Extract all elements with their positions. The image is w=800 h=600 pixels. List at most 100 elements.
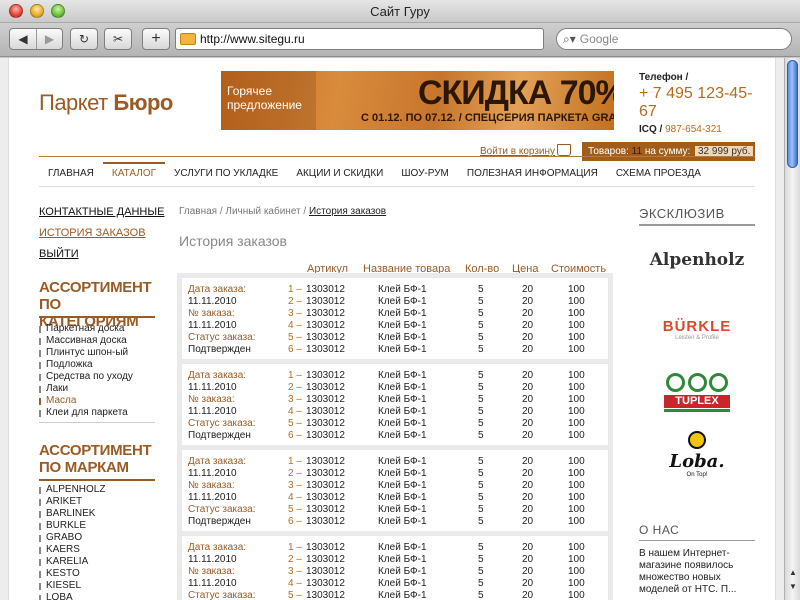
brand-logo-burkle[interactable]: BÜRKLE Leisten & Profile <box>639 318 755 341</box>
sidebar-link-contacts[interactable]: КОНТАКТНЫЕ ДАННЫЕ <box>39 206 164 218</box>
item-price: 20 <box>522 504 534 515</box>
item-qty: 5 <box>478 296 484 307</box>
item-cost: 100 <box>568 296 585 307</box>
item-article: 1303012 <box>306 516 345 527</box>
order-label: Статус заказа: <box>188 418 256 429</box>
order-label: № заказа: <box>188 480 235 491</box>
search-placeholder: Google <box>579 32 619 46</box>
item-qty: 5 <box>478 394 484 405</box>
cart-summary[interactable]: Товаров: 11 на сумму: 32 999 руб. <box>582 142 755 161</box>
item-article: 1303012 <box>306 332 345 343</box>
order-label: № заказа: <box>188 308 235 319</box>
item-price: 20 <box>522 308 534 319</box>
item-name: Клей БФ-1 <box>378 430 427 441</box>
brand-item[interactable]: KARELIA <box>39 556 105 568</box>
order-label: 11.11.2010 <box>188 578 237 589</box>
phone-label: Телефон / <box>639 72 689 83</box>
reload-button[interactable]: ↻ <box>71 29 97 49</box>
category-item[interactable]: Подложка <box>39 359 133 371</box>
back-button[interactable]: ◀ <box>10 29 36 49</box>
order-label: Дата заказа: <box>188 456 247 467</box>
category-item[interactable]: Средства по уходу <box>39 371 133 383</box>
brand-logo-alpenholz[interactable]: Alpenholz <box>639 250 755 270</box>
search-field[interactable]: ⌕▾ Google <box>556 28 792 50</box>
brand-item[interactable]: KESTO <box>39 568 105 580</box>
order-label: Статус заказа: <box>188 504 256 515</box>
site-logo[interactable]: Паркет Бюро <box>39 90 173 116</box>
webclip-button[interactable]: ✂ <box>105 29 131 49</box>
promo-banner[interactable]: Горячее предложение СКИДКА 70% С 01.12. … <box>221 71 614 130</box>
item-qty: 5 <box>478 332 484 343</box>
banner-subline: С 01.12. ПО 07.12. / СПЕЦСЕРИЯ ПАРКЕТА G… <box>361 112 614 124</box>
nav-item[interactable]: АКЦИИ И СКИДКИ <box>287 162 392 184</box>
brand-item[interactable]: BARLINEK <box>39 508 105 520</box>
item-cost: 100 <box>568 480 585 491</box>
item-price: 20 <box>522 370 534 381</box>
brand-item[interactable]: KAERS <box>39 544 105 556</box>
item-qty: 5 <box>478 308 484 319</box>
brand-item[interactable]: BURKLE <box>39 520 105 532</box>
scroll-thumb[interactable] <box>787 60 798 168</box>
category-item[interactable]: Плинтус шпон-ый <box>39 347 133 359</box>
nav-item[interactable]: УСЛУГИ ПО УКЛАДКЕ <box>165 162 287 184</box>
header-divider <box>39 156 755 157</box>
forward-button[interactable]: ▶ <box>36 29 62 49</box>
cart-icon[interactable] <box>557 144 571 156</box>
breadcrumb: Главная / Личный кабинет / История заказ… <box>179 206 386 217</box>
addbookmark-group: + <box>142 28 170 50</box>
brand-item[interactable]: ARIKET <box>39 496 105 508</box>
order-label: Подтвержден <box>188 344 251 355</box>
loba-sub: On Top! <box>686 472 708 478</box>
table-row: № заказа: 3 – 1303012 Клей БФ-1 5 20 100 <box>182 394 610 406</box>
category-item[interactable]: Паркетная доска <box>39 323 133 335</box>
category-item[interactable]: Клеи для паркета <box>39 407 133 419</box>
item-price: 20 <box>522 480 534 491</box>
nav-item[interactable]: КАТАЛОГ <box>102 162 166 184</box>
brand-item[interactable]: GRABO <box>39 532 105 544</box>
breadcrumb-home[interactable]: Главная <box>179 206 217 217</box>
brand-logo-tuplex[interactable] <box>666 373 728 393</box>
vertical-scrollbar[interactable]: ▲ ▼ <box>784 58 800 600</box>
add-bookmark-button[interactable]: + <box>143 29 169 49</box>
breadcrumb-cabinet[interactable]: Личный кабинет <box>225 206 300 217</box>
table-row: 11.11.2010 2 – 1303012 Клей БФ-1 5 20 100 <box>182 554 610 566</box>
category-item[interactable]: Массивная доска <box>39 335 133 347</box>
category-item[interactable]: Лаки <box>39 383 133 395</box>
nav-item[interactable]: ПОЛЕЗНАЯ ИНФОРМАЦИЯ <box>458 162 607 184</box>
order-label: 11.11.2010 <box>188 296 237 307</box>
brand-logo-loba[interactable]: Loba. <box>659 451 735 472</box>
nav-item[interactable]: ШОУ-РУМ <box>392 162 458 184</box>
item-cost: 100 <box>568 516 585 527</box>
item-qty: 5 <box>478 456 484 467</box>
nav-item[interactable]: ГЛАВНАЯ <box>39 162 103 184</box>
scroll-up-arrow-icon[interactable]: ▲ <box>786 568 800 577</box>
nav-item[interactable]: СХЕМА ПРОЕЗДА <box>607 162 710 184</box>
item-number: 3 – <box>288 394 302 405</box>
banner-headline: СКИДКА 70% <box>418 74 614 112</box>
item-article: 1303012 <box>306 578 345 589</box>
back-arrow-icon: ◀ <box>18 32 28 46</box>
brand-item[interactable]: ALPENHOLZ <box>39 484 105 496</box>
item-price: 20 <box>522 382 534 393</box>
brand-item[interactable]: LOBA <box>39 592 105 600</box>
item-qty: 5 <box>478 406 484 417</box>
item-name: Клей БФ-1 <box>378 418 427 429</box>
table-row: Статус заказа: 5 – 1303012 Клей БФ-1 5 20 100 <box>182 332 610 344</box>
item-article: 1303012 <box>306 370 345 381</box>
scroll-down-arrow-icon[interactable]: ▼ <box>786 582 800 591</box>
brand-list: ALPENHOLZ ARIKET BARLINEK BURKLE GRABO KAERS K… <box>39 484 105 600</box>
item-name: Клей БФ-1 <box>378 332 427 343</box>
address-bar[interactable]: http://www.sitegu.ru <box>175 28 544 50</box>
item-number: 4 – <box>288 578 302 589</box>
window-titlebar: Сайт Гуру <box>0 0 800 23</box>
sidebar-link-orders[interactable]: ИСТОРИЯ ЗАКАЗОВ <box>39 227 146 239</box>
exclusive-title: ЭКСКЛЮЗИВ <box>639 206 725 221</box>
sidebar-link-logout[interactable]: ВЫЙТИ <box>39 248 79 260</box>
column-article: Артикул <box>307 263 349 275</box>
category-item[interactable]: Масла <box>39 395 133 407</box>
browser-toolbar: ◀ ▶ ↻ ✂ + http://www.sitegu.ru ⌕▾ Google <box>0 23 800 57</box>
brand-item[interactable]: KIESEL <box>39 580 105 592</box>
nav-divider <box>39 186 755 187</box>
item-price: 20 <box>522 542 534 553</box>
order-label: Статус заказа: <box>188 332 256 343</box>
